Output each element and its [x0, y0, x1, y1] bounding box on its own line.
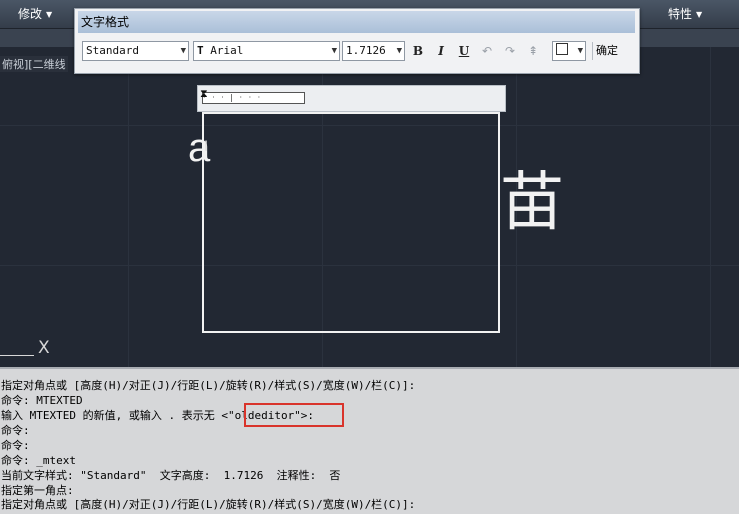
stack-icon[interactable]: ⇞: [524, 42, 542, 60]
chevron-down-icon: ▼: [331, 46, 337, 56]
chevron-down-icon: ▼: [396, 46, 402, 56]
chevron-down-icon: ▼: [180, 46, 186, 56]
command-window[interactable]: 指定对角点或 [高度(H)/对正(J)/行距(L)/旋转(R)/样式(S)/宽度…: [0, 367, 739, 514]
command-line: 指定第一角点:: [1, 484, 74, 497]
viewport-label[interactable]: 俯视][二维线: [0, 56, 68, 72]
mtext-edit-box[interactable]: [202, 112, 500, 333]
chevron-down-icon: ▼: [46, 10, 53, 19]
command-line: 命令: MTEXTED: [1, 394, 83, 407]
grid-line: [710, 47, 711, 367]
highlight-box: [244, 403, 344, 427]
undo-icon[interactable]: ↶: [478, 42, 496, 60]
text-height-value: 1.7126: [346, 44, 386, 57]
confirm-button[interactable]: 确定: [596, 42, 618, 60]
truetype-font-icon: T: [197, 44, 204, 57]
color-select[interactable]: ▼: [552, 41, 586, 61]
font-select[interactable]: T Arial ▼: [193, 41, 340, 61]
chevron-down-icon: ▼: [696, 10, 703, 19]
font-select-value: Arial: [210, 44, 244, 57]
menu-modify-label: 修改: [18, 7, 43, 21]
menu-properties[interactable]: 特性 ▼: [668, 0, 702, 28]
menu-modify[interactable]: 修改 ▼: [18, 0, 52, 28]
command-line: 指定对角点或 [高度(H)/对正(J)/行距(L)/旋转(R)/样式(S)/宽度…: [1, 379, 416, 392]
command-line: 命令:: [1, 424, 30, 437]
text-height-select[interactable]: 1.7126 ▼: [342, 41, 405, 61]
command-line: 指定对角点或 [高度(H)/对正(J)/行距(L)/旋转(R)/样式(S)/宽度…: [1, 498, 416, 511]
grid-line: [128, 47, 129, 367]
text-format-dialog: 文字格式 Standard ▼ T Arial ▼ 1.7126 ▼ B I U…: [74, 8, 640, 74]
text-ruler[interactable]: · · · | · · · ⧗: [197, 85, 506, 112]
menu-properties-label: 特性: [668, 7, 693, 21]
color-swatch-icon: [556, 43, 568, 55]
style-select[interactable]: Standard ▼: [82, 41, 189, 61]
chevron-down-icon: ▼: [577, 46, 583, 56]
redo-icon[interactable]: ↷: [501, 42, 519, 60]
dialog-title[interactable]: 文字格式: [78, 11, 635, 33]
style-select-value: Standard: [86, 44, 139, 57]
command-line: 命令: _mtext: [1, 454, 76, 467]
ruler-scale: · · · | · · ·: [202, 92, 305, 104]
bold-button[interactable]: B: [409, 42, 427, 60]
italic-button[interactable]: I: [432, 42, 450, 60]
preview-glyph: 苗: [500, 166, 564, 240]
ucs-axis-line: [0, 355, 34, 356]
indent-marker-icon[interactable]: ⧗: [200, 88, 208, 99]
ucs-x-icon: X: [38, 338, 50, 358]
command-line: 命令:: [1, 439, 30, 452]
toolbar-divider: [592, 42, 593, 60]
underline-button[interactable]: U: [455, 42, 473, 60]
command-line: 当前文字样式: "Standard" 文字高度: 1.7126 注释性: 否: [1, 469, 341, 482]
text-cursor-icon: I: [204, 139, 209, 155]
